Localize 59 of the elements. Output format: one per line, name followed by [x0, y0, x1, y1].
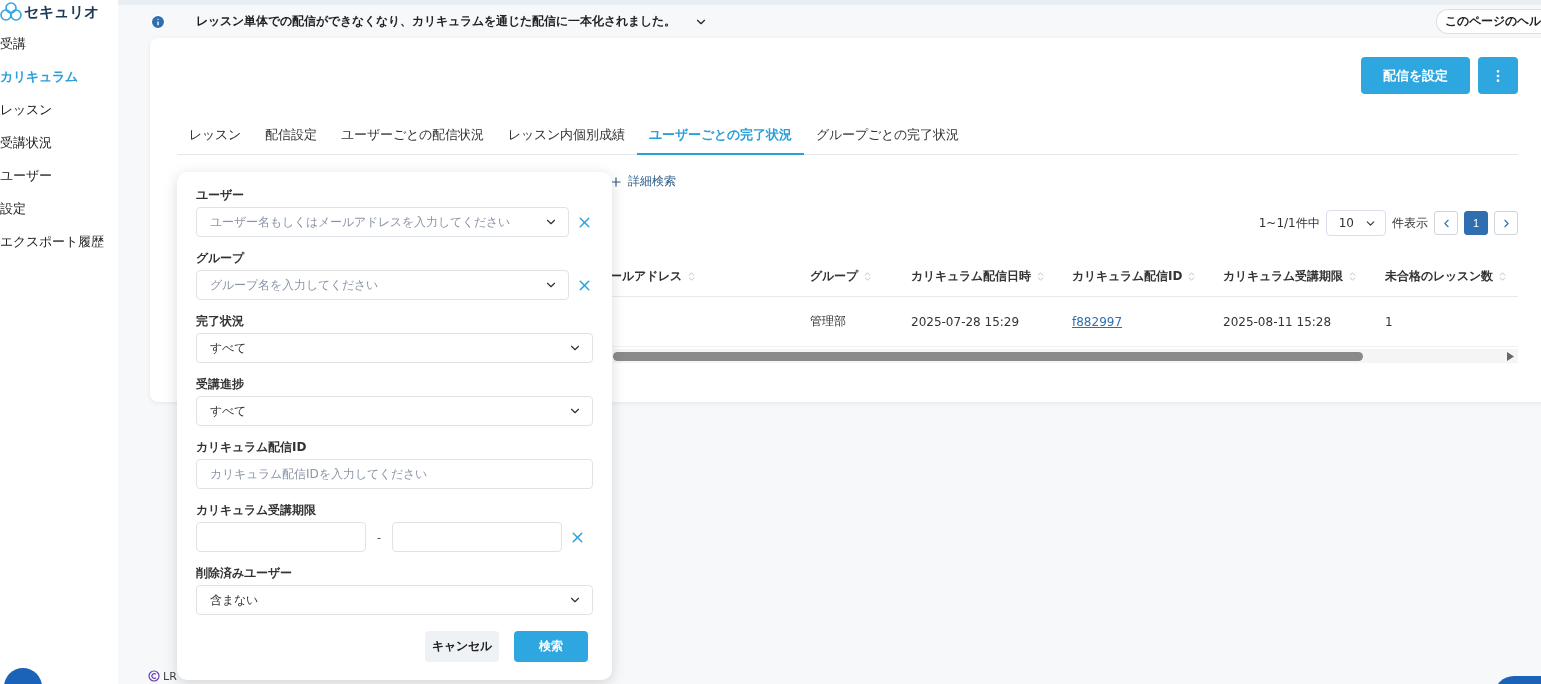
field-label: 削除済みユーザー: [196, 566, 293, 580]
plus-icon: [609, 174, 623, 189]
tab[interactable]: レッスン: [177, 118, 253, 155]
column-header: カリキュラム配信日時: [911, 267, 1031, 285]
more-button[interactable]: [1478, 57, 1518, 94]
sidebar-item[interactable]: レッスン: [0, 94, 118, 127]
tab[interactable]: レッスン内個別成績: [496, 118, 637, 155]
sidebar-item[interactable]: 設定: [0, 193, 118, 226]
info-icon: [150, 13, 166, 30]
sidebar-item[interactable]: ユーザー: [0, 160, 118, 193]
field-label: グループ: [196, 251, 246, 265]
sort-icon[interactable]: [1497, 270, 1508, 282]
date-field[interactable]: [196, 522, 366, 552]
page-size-label: 件表示: [1392, 214, 1428, 232]
table-cell: 1: [1385, 314, 1393, 329]
field-label: 受講進捗: [196, 377, 245, 391]
select-field[interactable]: すべて: [196, 333, 593, 363]
column-header: グループ: [810, 267, 858, 285]
delivery-id-link[interactable]: f882997: [1072, 314, 1123, 329]
column-header: 未合格のレッスン数: [1385, 267, 1493, 285]
field-label: カリキュラム配信ID: [196, 440, 308, 454]
cancel-button[interactable]: キャンセル: [425, 631, 499, 662]
field-label: ユーザー: [196, 188, 245, 202]
page-size-select[interactable]: 10: [1325, 210, 1386, 236]
advanced-search-link[interactable]: 詳細検索: [609, 173, 676, 190]
app-logo: セキュリオ: [0, 0, 118, 24]
sort-icon[interactable]: [862, 270, 873, 282]
date-field[interactable]: [392, 522, 562, 552]
sort-icon[interactable]: [1035, 270, 1046, 282]
sort-icon[interactable]: [686, 270, 697, 282]
sidebar-item[interactable]: エクスポート履歴: [0, 226, 118, 259]
tab[interactable]: 配信設定: [253, 118, 329, 155]
notice-text: レッスン単体での配信ができなくなり、カリキュラムを通じた配信に一本化されました。: [196, 13, 676, 30]
sort-icon[interactable]: [1347, 270, 1358, 282]
table-cell: 2025-07-28 15:29: [911, 314, 1020, 329]
scroll-right-icon[interactable]: [1507, 351, 1514, 361]
column-header: カリキュラム配信ID: [1072, 267, 1183, 285]
range-separator: -: [376, 530, 382, 544]
horizontal-scrollbar[interactable]: [613, 349, 1518, 363]
page-button[interactable]: 1: [1464, 211, 1488, 235]
copyright-icon: [148, 670, 160, 682]
tab[interactable]: ユーザーごとの配信状況: [329, 118, 496, 155]
sidebar-item[interactable]: 受講状況: [0, 127, 118, 160]
select-field[interactable]: すべて: [196, 396, 593, 426]
footer-text: LR: [163, 669, 177, 683]
select-field[interactable]: 含まない: [196, 585, 593, 615]
column-header: カリキュラム受講期限: [1223, 267, 1343, 285]
sidebar-item[interactable]: 受講: [0, 28, 118, 61]
next-page-button[interactable]: [1494, 211, 1518, 235]
table-cell: 2025-08-11 15:28: [1223, 314, 1332, 329]
help-link[interactable]: このページのヘル: [1436, 9, 1541, 34]
result-count: 1~1/1件中: [1258, 214, 1320, 232]
previous-page-button[interactable]: [1434, 211, 1458, 235]
table-cell: 管理部: [810, 313, 846, 330]
field-label: カリキュラム受講期限: [196, 503, 317, 517]
logo-icon: [0, 2, 22, 22]
tab[interactable]: グループごとの完了状況: [804, 118, 971, 155]
field-label: 完了状況: [196, 314, 245, 328]
input-field[interactable]: カリキュラム配信IDを入力してください: [196, 459, 593, 489]
